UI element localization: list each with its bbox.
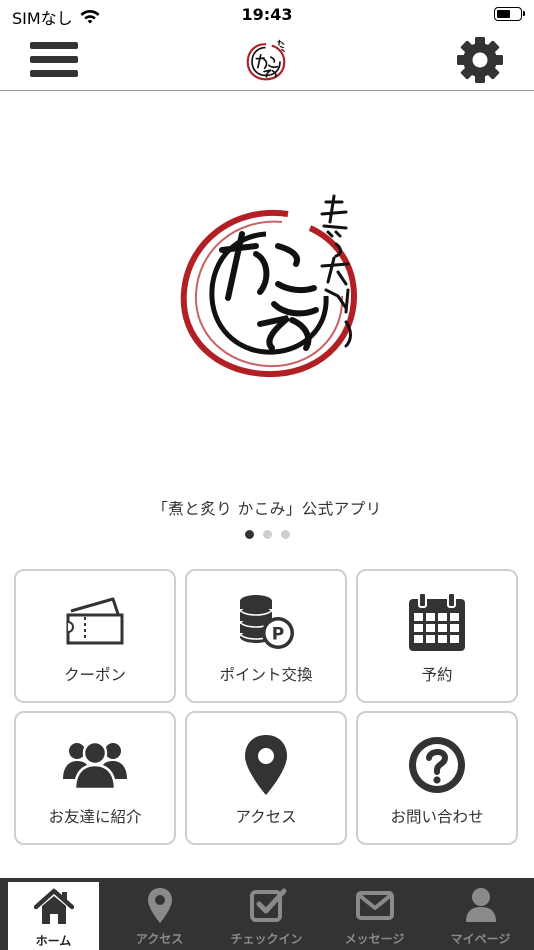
users-group-icon (63, 740, 127, 791)
tab-label: ホーム (35, 934, 72, 948)
access-tile[interactable]: アクセス (185, 711, 347, 845)
home-icon (33, 888, 74, 924)
tab-label: アクセス (135, 932, 184, 946)
contact-tile[interactable]: お問い合わせ (356, 711, 518, 845)
calendar-icon (409, 592, 465, 651)
status-bar: SIMなし 19:43 (0, 0, 534, 30)
map-pin-icon (245, 735, 287, 795)
tab-label: メッセージ (344, 932, 405, 946)
carousel-dot[interactable] (262, 530, 272, 539)
tab-home[interactable]: ホーム (8, 882, 99, 950)
point-exchange-tile[interactable]: P ポイント交換 (185, 569, 347, 703)
reservation-tile[interactable]: 予約 (356, 569, 518, 703)
gear-icon[interactable] (455, 35, 505, 85)
app-header (0, 30, 534, 91)
menu-bar (30, 56, 78, 63)
tab-mypage[interactable]: マイページ (435, 878, 526, 950)
envelope-icon (355, 891, 394, 920)
hero-banner[interactable] (0, 92, 534, 492)
tile-label: 予約 (421, 666, 453, 684)
menu-bar (30, 42, 78, 49)
tab-label: マイページ (450, 932, 511, 946)
refer-friend-tile[interactable]: お友達に紹介 (14, 711, 176, 845)
ticket-icon (66, 597, 124, 645)
user-icon (465, 888, 496, 922)
bottom-tab-bar: ホーム アクセス チェックイン メッセージ マイページ (0, 878, 534, 950)
battery-level (497, 10, 510, 18)
battery-icon (494, 7, 525, 21)
header-logo (246, 39, 286, 81)
checkbox-icon (249, 888, 286, 922)
tab-label: チェックイン (230, 932, 303, 946)
menu-grid: クーポン P ポイント交換 予約 お友達に紹介 アクセス お問い合わせ (14, 569, 520, 845)
tile-label: お問い合わせ (390, 808, 484, 826)
tile-label: お友達に紹介 (48, 808, 142, 826)
carousel-dot[interactable] (244, 530, 254, 539)
hamburger-menu-icon[interactable] (30, 40, 78, 80)
tile-label: ポイント交換 (219, 666, 313, 684)
coupon-tile[interactable]: クーポン (14, 569, 176, 703)
coins-point-icon: P (239, 595, 294, 649)
tab-message[interactable]: メッセージ (329, 878, 420, 950)
menu-bar (30, 70, 78, 77)
tab-access[interactable]: アクセス (114, 878, 205, 950)
carousel-dots (0, 530, 534, 539)
tab-checkin[interactable]: チェックイン (221, 878, 312, 950)
clock: 19:43 (241, 5, 293, 24)
svg-text:P: P (272, 625, 284, 645)
hero-caption: 「煮と炙り かこみ」公式アプリ (152, 500, 382, 518)
carousel-dot[interactable] (280, 530, 290, 539)
tile-label: アクセス (235, 808, 297, 826)
question-circle-icon (409, 737, 465, 793)
brand-logo (180, 194, 358, 378)
map-pin-icon (147, 888, 172, 923)
tile-label: クーポン (63, 666, 126, 684)
